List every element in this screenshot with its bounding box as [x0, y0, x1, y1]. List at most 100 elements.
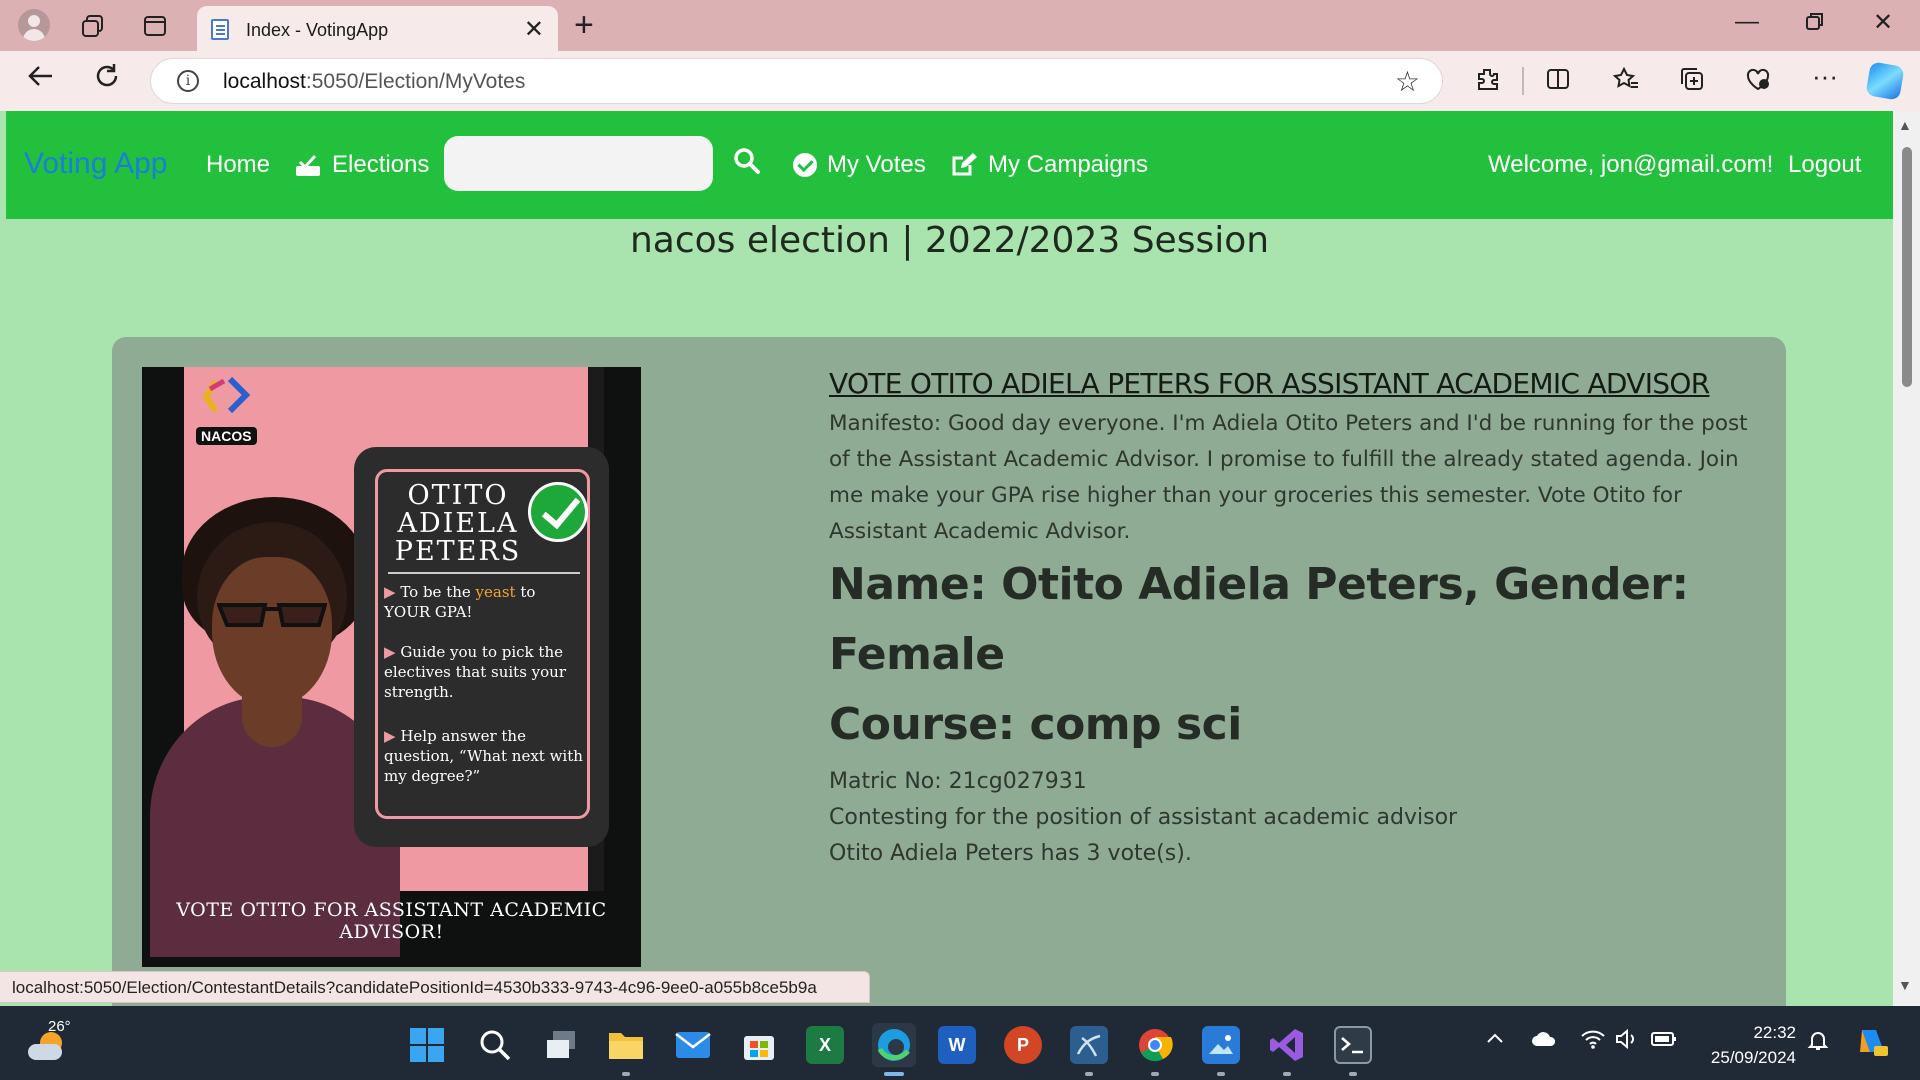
- restore-icon[interactable]: [1804, 10, 1826, 39]
- powerpoint-icon[interactable]: P: [1004, 1026, 1042, 1064]
- task-view-icon[interactable]: [542, 1026, 580, 1064]
- microsoft-store-icon[interactable]: [740, 1026, 778, 1064]
- poster-footer-text: VOTE OTITO FOR ASSISTANT ACADEMIC ADVISO…: [176, 899, 607, 943]
- address-toolbar: i localhost:5050/Election/MyVotes ☆ ···: [0, 51, 1920, 111]
- back-arrow-icon[interactable]: [26, 61, 56, 99]
- close-tab-icon[interactable]: ✕: [524, 15, 544, 44]
- file-explorer-running-indicator: [622, 1072, 630, 1076]
- logout-link[interactable]: Logout: [1788, 151, 1861, 179]
- visual-studio-running-indicator: [1283, 1072, 1291, 1076]
- search-icon: [734, 148, 760, 174]
- scroll-thumb[interactable]: [1902, 147, 1912, 387]
- edge-icon[interactable]: [872, 1023, 916, 1067]
- toolbar-divider: [1522, 67, 1524, 95]
- candidate-headline-link[interactable]: VOTE OTITO ADIELA PETERS FOR ASSISTANT A…: [829, 367, 1769, 400]
- browser-essentials-icon[interactable]: [1744, 65, 1772, 100]
- notifications-bell-icon[interactable]: [1806, 1028, 1830, 1058]
- photos-running-indicator: [1217, 1072, 1225, 1076]
- page-title: nacos election | 2022/2023 Session: [629, 220, 1270, 261]
- copilot-taskbar-icon[interactable]: [1856, 1024, 1890, 1064]
- chrome-running-indicator: [1151, 1072, 1159, 1076]
- battery-icon[interactable]: [1650, 1028, 1678, 1056]
- search-input[interactable]: [444, 136, 713, 191]
- page-favicon-icon: [211, 19, 229, 40]
- poster-info-frame: OTITO ADIELA PETERS To be the yeast to Y…: [375, 469, 590, 819]
- excel-icon[interactable]: X: [806, 1026, 844, 1064]
- onedrive-cloud-icon[interactable]: [1530, 1028, 1558, 1056]
- app-navbar: Voting App Home Elections My Votes My Ca…: [6, 111, 1893, 219]
- edge-active-indicator: [884, 1072, 904, 1076]
- show-hidden-icons-chevron-icon[interactable]: [1484, 1028, 1506, 1056]
- sql-server-icon[interactable]: [1070, 1026, 1108, 1064]
- search-taskbar-icon[interactable]: [476, 1026, 514, 1064]
- link-status-url: localhost:5050/Election/ContestantDetail…: [0, 971, 870, 1003]
- profile-avatar-icon[interactable]: [18, 9, 50, 41]
- minimize-icon[interactable]: —: [1735, 8, 1759, 36]
- campaign-poster-image: NACOS OTITO ADIELA PETERS To be the yeas…: [142, 367, 641, 967]
- poster-bullet-3: Help answer the question, “What next wit…: [384, 726, 584, 786]
- file-explorer-icon[interactable]: [607, 1026, 645, 1064]
- glasses-icon: [217, 603, 327, 627]
- tab-title: Index - VotingApp: [246, 20, 389, 40]
- visual-studio-icon[interactable]: [1268, 1026, 1306, 1064]
- page-scrollbar[interactable]: ▲ ▼: [1893, 111, 1920, 1006]
- chrome-icon[interactable]: [1136, 1026, 1174, 1064]
- favorite-star-icon[interactable]: ☆: [1395, 65, 1420, 98]
- favorites-icon[interactable]: [1612, 65, 1640, 100]
- nav-elections-link[interactable]: Elections: [294, 151, 429, 179]
- volume-icon[interactable]: [1614, 1028, 1640, 1056]
- address-bar[interactable]: i localhost:5050/Election/MyVotes ☆: [150, 58, 1443, 104]
- scroll-down-arrow-icon[interactable]: ▼: [1898, 977, 1912, 993]
- close-window-icon[interactable]: ✕: [1873, 8, 1893, 37]
- course-heading: Course: comp sci: [829, 699, 1242, 750]
- tab-index-votingapp[interactable]: Index - VotingApp ✕: [197, 6, 558, 52]
- start-button-icon[interactable]: [408, 1026, 446, 1064]
- more-options-icon[interactable]: ···: [1812, 61, 1838, 92]
- poster-bullet-1: To be the yeast to YOUR GPA!: [384, 582, 584, 622]
- checkmark-icon: [528, 482, 588, 542]
- edit-icon: [952, 153, 977, 176]
- terminal-icon[interactable]: [1334, 1026, 1372, 1064]
- nav-home-link[interactable]: Home: [206, 151, 270, 179]
- split-screen-icon[interactable]: [1544, 65, 1572, 100]
- workspaces-icon[interactable]: [78, 11, 108, 41]
- mail-icon[interactable]: [674, 1026, 712, 1064]
- new-tab-button[interactable]: +: [574, 6, 594, 45]
- poster-logo-label: NACOS: [196, 427, 257, 445]
- weather-widget[interactable]: 26°: [26, 1018, 71, 1062]
- poster-bullet-2: Guide you to pick the electives that sui…: [384, 642, 584, 702]
- clock-time: 22:32: [1753, 1023, 1796, 1042]
- cloud-icon: [28, 1044, 62, 1060]
- scroll-up-arrow-icon[interactable]: ▲: [1898, 117, 1912, 133]
- url-text[interactable]: localhost:5050/Election/MyVotes: [223, 70, 525, 94]
- matric-number: Matric No: 21cg027931: [829, 769, 1087, 794]
- site-info-icon[interactable]: i: [177, 70, 199, 92]
- extensions-icon[interactable]: [1474, 65, 1502, 100]
- photos-icon[interactable]: [1202, 1026, 1240, 1064]
- windows-taskbar: 26° X W P 22:32 25/09/2024: [0, 1006, 1920, 1080]
- wifi-icon[interactable]: [1580, 1028, 1606, 1056]
- search-button[interactable]: [731, 145, 765, 179]
- vote-count: Otito Adiela Peters has 3 vote(s).: [829, 841, 1192, 866]
- nav-my-campaigns-link[interactable]: My Campaigns: [950, 151, 1148, 179]
- reload-icon[interactable]: [92, 61, 122, 99]
- nav-my-votes-link[interactable]: My Votes: [793, 151, 926, 179]
- check-circle-icon: [793, 153, 817, 177]
- clock-date: 25/09/2024: [1710, 1048, 1796, 1067]
- vertical-tabs-icon[interactable]: [140, 11, 170, 41]
- word-icon[interactable]: W: [938, 1026, 976, 1064]
- poster-divider: [388, 572, 580, 574]
- contesting-position: Contesting for the position of assistant…: [829, 805, 1458, 830]
- temperature: 26°: [48, 1018, 71, 1035]
- brand-link[interactable]: Voting App: [24, 147, 167, 181]
- manifesto-text: Manifesto: Good day everyone. I'm Adiela…: [829, 411, 1748, 544]
- candidate-card: NACOS OTITO ADIELA PETERS To be the yeas…: [112, 337, 1786, 1037]
- terminal-running-indicator: [1349, 1072, 1357, 1076]
- candidate-details: VOTE OTITO ADIELA PETERS FOR ASSISTANT A…: [829, 367, 1769, 872]
- collections-icon[interactable]: [1678, 65, 1706, 100]
- poster-candidate-name: OTITO ADIELA PETERS: [394, 480, 522, 567]
- nacos-logo-icon: [202, 376, 251, 414]
- copilot-icon[interactable]: [1865, 61, 1905, 101]
- poster-info-panel: OTITO ADIELA PETERS To be the yeast to Y…: [354, 447, 609, 847]
- taskbar-clock[interactable]: 22:32 25/09/2024: [1702, 1020, 1796, 1070]
